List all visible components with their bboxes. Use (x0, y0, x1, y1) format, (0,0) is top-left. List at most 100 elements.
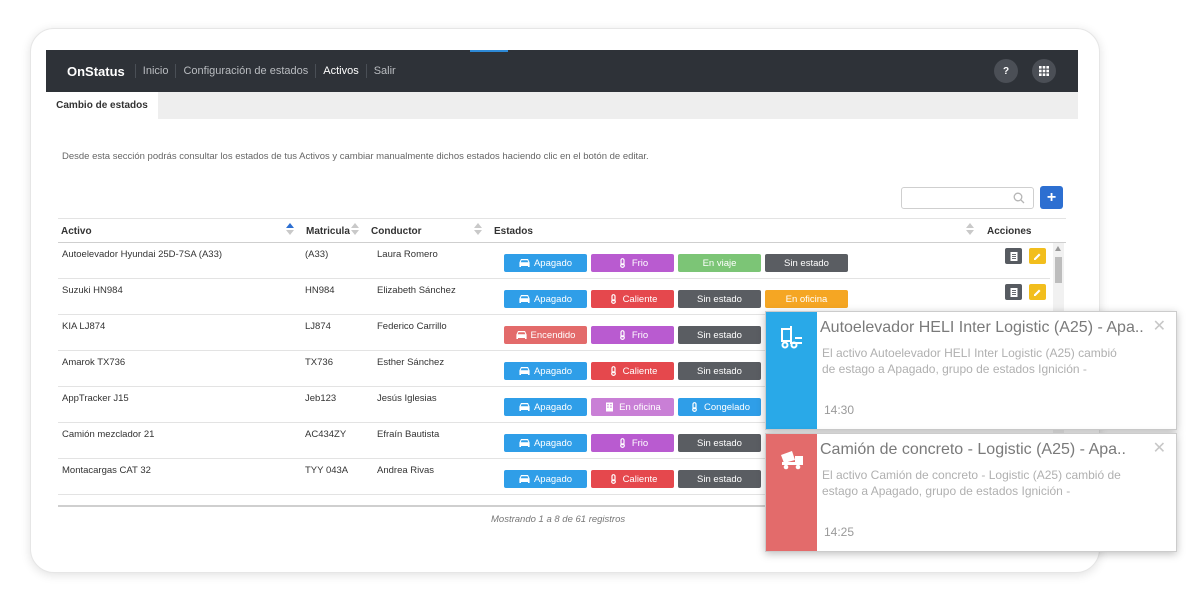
status-badge-label: Apagado (533, 257, 573, 269)
status-badge[interactable]: Apagado (504, 290, 587, 308)
status-badge-label: Sin estado (697, 293, 742, 305)
cell-matricula: TYY 043A (305, 465, 349, 476)
close-icon[interactable]: ✕ (1153, 438, 1166, 458)
thermometer-icon (608, 294, 619, 304)
header-conductor[interactable]: Conductor (371, 226, 422, 237)
status-badge[interactable]: Sin estado (678, 470, 761, 488)
edit-button[interactable] (1029, 248, 1046, 264)
sort-estados-icon[interactable] (966, 223, 974, 237)
cell-conductor: Laura Romero (377, 249, 438, 260)
status-badge-label: Frio (631, 437, 649, 449)
sort-conductor-icon[interactable] (474, 223, 482, 237)
forklift-icon (779, 324, 805, 350)
status-badge[interactable]: Sin estado (678, 326, 761, 344)
status-badge-label: Frio (631, 329, 649, 341)
thermometer-icon (617, 438, 628, 448)
status-badge-label: Sin estado (697, 365, 742, 377)
table-row[interactable]: Autoelevador Hyundai 25D-7SA (A33) (A33) L… (58, 243, 1050, 279)
notification-toast[interactable]: Autoelevador HELI Inter Logistic (A25) -… (765, 311, 1177, 430)
status-badge[interactable]: Caliente (591, 470, 674, 488)
status-badge-label: Caliente (622, 473, 658, 485)
cell-conductor: Elizabeth Sánchez (377, 285, 456, 296)
close-icon[interactable]: ✕ (1153, 316, 1166, 336)
details-button[interactable] (1005, 284, 1022, 300)
notification-body: El activo Autoelevador HELI Inter Logist… (822, 346, 1117, 376)
apps-grid-button[interactable] (1032, 59, 1056, 83)
status-badge[interactable]: Sin estado (765, 254, 848, 272)
pencil-icon (1034, 289, 1041, 296)
cell-matricula: HN984 (305, 285, 335, 296)
cell-conductor: Jesús Iglesias (377, 393, 437, 404)
status-badge[interactable]: Frio (591, 254, 674, 272)
status-badge[interactable]: Apagado (504, 434, 587, 452)
header-acciones: Acciones (987, 226, 1032, 237)
cell-conductor: Federico Carrillo (377, 321, 447, 332)
table-row[interactable]: Suzuki HN984 HN984 Elizabeth Sánchez Apagad… (58, 279, 1050, 315)
status-badge-label: Sin estado (697, 329, 742, 341)
cell-activo: Suzuki HN984 (62, 285, 123, 296)
status-badge-label: Sin estado (697, 437, 742, 449)
status-badge-label: Caliente (622, 293, 658, 305)
nav-activos[interactable]: Activos (315, 64, 365, 78)
status-badge[interactable]: Apagado (504, 470, 587, 488)
nav-inicio[interactable]: Inicio (134, 64, 176, 78)
scroll-thumb[interactable] (1055, 257, 1062, 283)
search-input[interactable] (901, 187, 1034, 209)
status-badge-label: Frio (631, 257, 649, 269)
help-icon: ? (1002, 65, 1010, 77)
header-activo[interactable]: Activo (61, 226, 92, 237)
document-icon (1010, 251, 1017, 261)
add-button[interactable]: + (1040, 186, 1063, 209)
cell-activo: AppTracker J15 (62, 393, 129, 404)
notification-body: El activo Camión de concreto - Logistic … (822, 468, 1121, 498)
header-matricula[interactable]: Matricula (306, 226, 350, 237)
status-badge[interactable]: Sin estado (678, 290, 761, 308)
thermometer-icon (617, 330, 628, 340)
status-badge[interactable]: Sin estado (678, 434, 761, 452)
status-badge-label: En viaje (702, 257, 737, 269)
status-badge[interactable]: Caliente (591, 362, 674, 380)
status-badge-label: Encendido (530, 329, 576, 341)
status-badge[interactable]: En oficina (765, 290, 848, 308)
cell-activo: Autoelevador Hyundai 25D-7SA (A33) (62, 249, 223, 260)
loading-indicator (470, 50, 508, 52)
status-badge[interactable]: En oficina (591, 398, 674, 416)
status-badge-label: Sin estado (784, 257, 829, 269)
nav-configuracion-estados[interactable]: Configuración de estados (175, 64, 315, 78)
status-badge[interactable]: En viaje (678, 254, 761, 272)
status-badge[interactable]: Frio (591, 326, 674, 344)
cell-activo: KIA LJ874 (62, 321, 106, 332)
thermometer-icon (608, 366, 619, 376)
status-badge[interactable]: Encendido (504, 326, 587, 344)
cell-activo: Montacargas CAT 32 (62, 465, 151, 476)
search-icon (1013, 192, 1025, 204)
status-badge[interactable]: Sin estado (678, 362, 761, 380)
status-badge[interactable]: Apagado (504, 254, 587, 272)
status-badge[interactable]: Caliente (591, 290, 674, 308)
status-badge-label: Congelado (704, 401, 750, 413)
status-badge[interactable]: Apagado (504, 398, 587, 416)
car-icon (515, 330, 527, 340)
scroll-up-icon[interactable] (1055, 246, 1061, 251)
notification-accent (766, 434, 817, 551)
header-estados[interactable]: Estados (494, 226, 533, 237)
status-badge[interactable]: Congelado (678, 398, 761, 416)
edit-button[interactable] (1029, 284, 1046, 300)
car-icon (519, 438, 530, 448)
brand-logo[interactable]: OnStatus (46, 64, 135, 79)
mixer-truck-icon (779, 446, 805, 472)
cell-conductor: Efraín Bautista (377, 429, 440, 440)
status-badge-label: Caliente (622, 365, 658, 377)
status-badge[interactable]: Apagado (504, 362, 587, 380)
page-description: Desde esta sección podrás consultar los … (62, 151, 649, 162)
cell-activo: Amarok TX736 (62, 357, 126, 368)
sort-activo-icon[interactable] (286, 223, 294, 237)
tab-cambio-de-estados[interactable]: Cambio de estados (46, 92, 158, 119)
sort-matricula-icon[interactable] (351, 223, 359, 237)
notification-toast[interactable]: Camión de concreto - Logistic (A25) - Ap… (765, 433, 1177, 552)
details-button[interactable] (1005, 248, 1022, 264)
cell-conductor: Esther Sánchez (377, 357, 445, 368)
status-badge[interactable]: Frio (591, 434, 674, 452)
nav-salir[interactable]: Salir (365, 64, 403, 78)
help-button[interactable]: ? (994, 59, 1018, 83)
